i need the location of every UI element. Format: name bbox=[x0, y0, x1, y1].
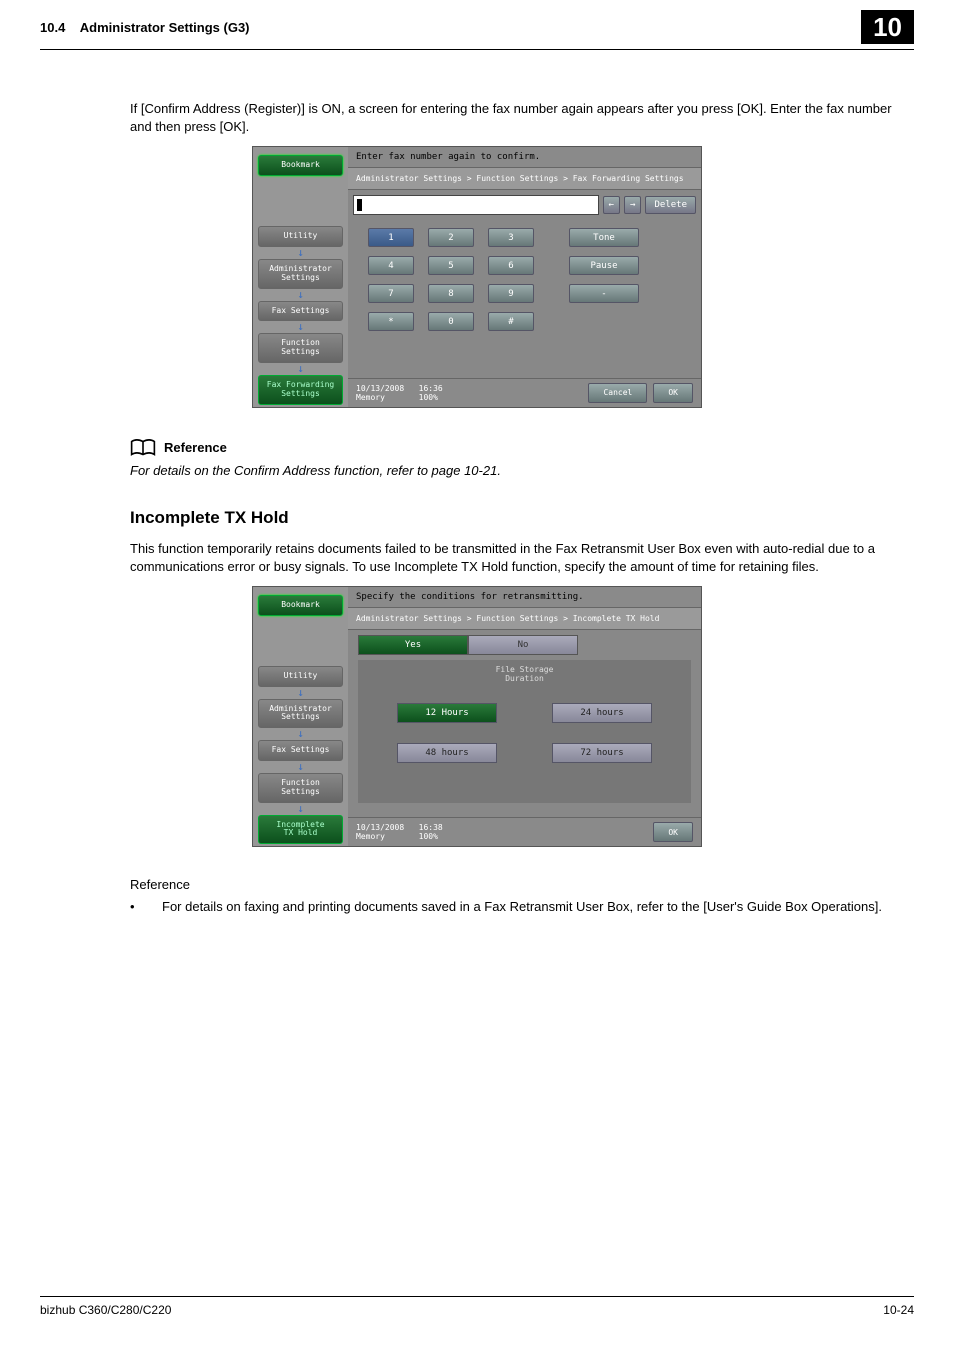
screenshot-fax-number-confirm: Bookmark Utility ↓ Administrator Setting… bbox=[252, 146, 702, 407]
incomplete-tx-hold-heading: Incomplete TX Hold bbox=[130, 508, 914, 528]
arrow-down-icon: ↓ bbox=[297, 291, 304, 299]
arrow-down-icon: ↓ bbox=[297, 763, 304, 771]
bookmark-button[interactable]: Bookmark bbox=[258, 155, 343, 176]
footer-page: 10-24 bbox=[883, 1303, 914, 1317]
instruction-text: Enter fax number again to confirm. bbox=[348, 147, 701, 168]
key-7[interactable]: 7 bbox=[368, 284, 414, 303]
key-3[interactable]: 3 bbox=[488, 228, 534, 247]
pause-button[interactable]: Pause bbox=[569, 256, 639, 275]
nav-function-settings[interactable]: Function Settings bbox=[258, 333, 343, 363]
nav-fax-forwarding-active[interactable]: Fax Forwarding Settings bbox=[258, 375, 343, 405]
fax-number-input[interactable] bbox=[353, 195, 599, 215]
nav-incomplete-tx-active[interactable]: Incomplete TX Hold bbox=[258, 815, 343, 845]
ok-button[interactable]: OK bbox=[653, 383, 693, 403]
file-storage-label: File Storage Duration bbox=[366, 665, 683, 683]
cursor-left-button[interactable]: ← bbox=[603, 196, 620, 214]
reference-text: For details on the Confirm Address funct… bbox=[130, 463, 914, 478]
status-datetime: 10/13/2008 16:36 Memory 100% bbox=[356, 384, 443, 402]
duration-12h[interactable]: 12 Hours bbox=[397, 703, 497, 723]
arrow-down-icon: ↓ bbox=[297, 730, 304, 738]
key-6[interactable]: 6 bbox=[488, 256, 534, 275]
arrow-down-icon: ↓ bbox=[297, 249, 304, 257]
status-datetime: 10/13/2008 16:38 Memory 100% bbox=[356, 823, 443, 841]
nav-function-settings[interactable]: Function Settings bbox=[258, 773, 343, 803]
key-hash[interactable]: # bbox=[488, 312, 534, 331]
breadcrumb: Administrator Settings > Function Settin… bbox=[348, 608, 701, 630]
key-5[interactable]: 5 bbox=[428, 256, 474, 275]
arrow-down-icon: ↓ bbox=[297, 805, 304, 813]
footer-model: bizhub C360/C280/C220 bbox=[40, 1303, 171, 1317]
key-9[interactable]: 9 bbox=[488, 284, 534, 303]
reference-heading: Reference bbox=[164, 440, 227, 455]
key-star[interactable]: * bbox=[368, 312, 414, 331]
screenshot-incomplete-tx-hold: Bookmark Utility ↓ Administrator Setting… bbox=[252, 586, 702, 847]
nav-utility[interactable]: Utility bbox=[258, 226, 343, 247]
key-8[interactable]: 8 bbox=[428, 284, 474, 303]
yes-tab[interactable]: Yes bbox=[358, 635, 468, 655]
dash-button[interactable]: - bbox=[569, 284, 639, 303]
duration-24h[interactable]: 24 hours bbox=[552, 703, 652, 723]
tone-button[interactable]: Tone bbox=[569, 228, 639, 247]
ok-button[interactable]: OK bbox=[653, 822, 693, 842]
bookmark-button[interactable]: Bookmark bbox=[258, 595, 343, 616]
nav-fax-settings[interactable]: Fax Settings bbox=[258, 740, 343, 761]
arrow-down-icon: ↓ bbox=[297, 323, 304, 331]
nav-fax-settings[interactable]: Fax Settings bbox=[258, 301, 343, 322]
arrow-down-icon: ↓ bbox=[297, 689, 304, 697]
duration-48h[interactable]: 48 hours bbox=[397, 743, 497, 763]
delete-button[interactable]: Delete bbox=[645, 196, 696, 214]
reference-book-icon bbox=[130, 438, 156, 458]
header-section-title: 10.4 Administrator Settings (G3) bbox=[40, 20, 250, 35]
arrow-down-icon: ↓ bbox=[297, 365, 304, 373]
key-4[interactable]: 4 bbox=[368, 256, 414, 275]
chapter-number: 10 bbox=[861, 10, 914, 44]
key-1[interactable]: 1 bbox=[368, 228, 414, 247]
cursor-right-button[interactable]: → bbox=[624, 196, 641, 214]
cancel-button[interactable]: Cancel bbox=[588, 383, 647, 403]
intro-paragraph: If [Confirm Address (Register)] is ON, a… bbox=[130, 100, 914, 136]
key-2[interactable]: 2 bbox=[428, 228, 474, 247]
nav-admin-settings[interactable]: Administrator Settings bbox=[258, 259, 343, 289]
breadcrumb: Administrator Settings > Function Settin… bbox=[348, 168, 701, 190]
key-0[interactable]: 0 bbox=[428, 312, 474, 331]
instruction-text: Specify the conditions for retransmittin… bbox=[348, 587, 701, 608]
reference-label: Reference bbox=[130, 877, 914, 892]
reference-bullet: • For details on faxing and printing doc… bbox=[130, 898, 914, 916]
incomplete-tx-desc: This function temporarily retains docume… bbox=[130, 540, 914, 576]
nav-utility[interactable]: Utility bbox=[258, 666, 343, 687]
no-tab[interactable]: No bbox=[468, 635, 578, 655]
nav-admin-settings[interactable]: Administrator Settings bbox=[258, 699, 343, 729]
duration-72h[interactable]: 72 hours bbox=[552, 743, 652, 763]
